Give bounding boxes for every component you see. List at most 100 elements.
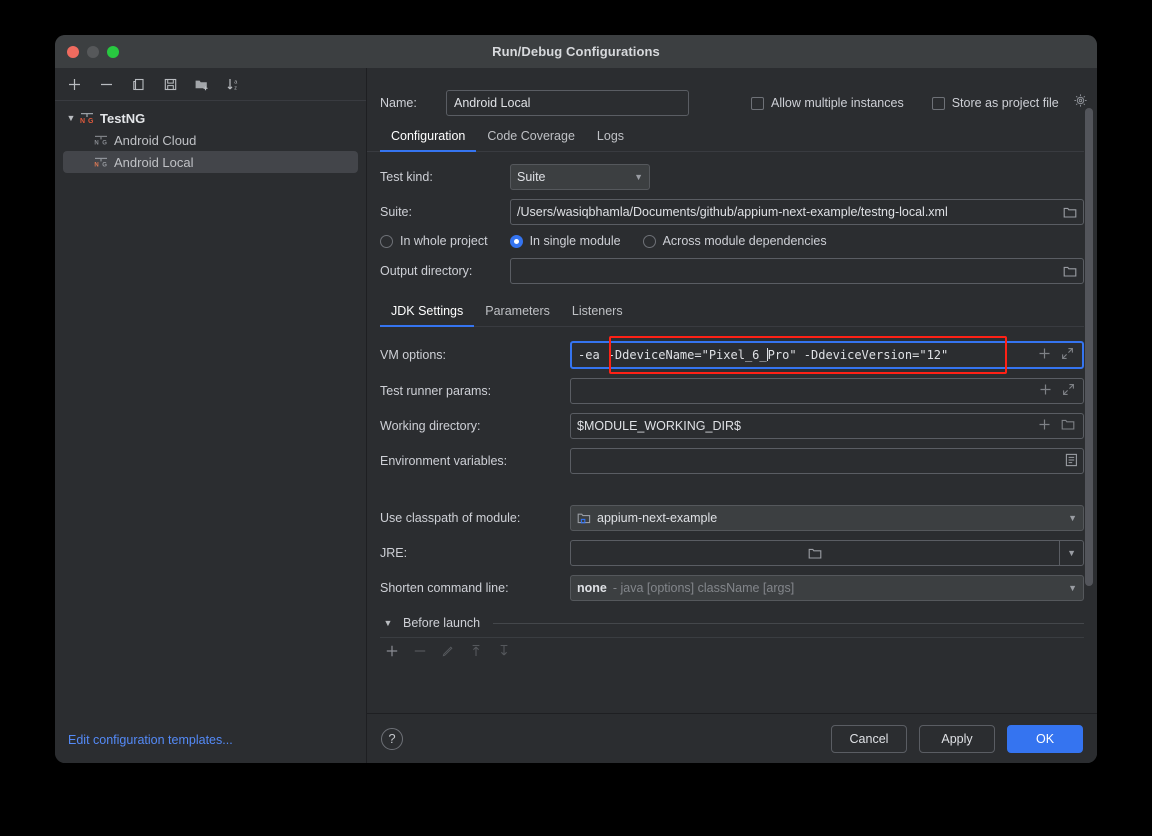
- use-classpath-of-module-value: appium-next-example: [597, 511, 717, 525]
- use-classpath-of-module-label: Use classpath of module:: [380, 511, 570, 525]
- ok-button[interactable]: OK: [1007, 725, 1083, 753]
- svg-text:N: N: [94, 163, 98, 169]
- shorten-command-line-value: none: [577, 581, 607, 595]
- dialog-footer: ? Cancel Apply OK: [367, 713, 1097, 763]
- tree-node-android-local[interactable]: NG Android Local: [63, 151, 358, 173]
- expand-icon[interactable]: [1061, 347, 1074, 363]
- test-kind-value: Suite: [517, 170, 546, 184]
- before-launch-toolbar: [380, 637, 1084, 663]
- new-folder-button[interactable]: [193, 75, 211, 93]
- chevron-down-icon[interactable]: ▼: [63, 113, 79, 123]
- plus-icon[interactable]: [1039, 383, 1052, 399]
- run-debug-configurations-dialog: Run/Debug Configurations: [55, 35, 1097, 763]
- chevron-down-icon[interactable]: ▼: [380, 618, 396, 628]
- suite-input[interactable]: /Users/wasiqbhamla/Documents/github/appi…: [510, 199, 1084, 225]
- working-directory-row: Working directory: $MODULE_WORKING_DIR$: [380, 413, 1084, 439]
- footer-actions: Cancel Apply OK: [831, 725, 1083, 753]
- environment-variables-input[interactable]: [570, 448, 1084, 474]
- jre-label: JRE:: [380, 546, 570, 560]
- working-directory-actions: [1032, 418, 1083, 434]
- tree-node-android-cloud[interactable]: NG Android Cloud: [55, 129, 366, 151]
- folder-icon[interactable]: [1063, 206, 1077, 219]
- tab-configuration[interactable]: Configuration: [380, 129, 476, 151]
- main-tab-bar: Configuration Code Coverage Logs: [367, 120, 1084, 152]
- use-classpath-of-module-row: Use classpath of module: appium-next-exa…: [380, 505, 1084, 531]
- window-controls: [67, 46, 119, 58]
- vm-options-value: -DdeviceName="Pixel_6_Pro" -DdeviceVersi…: [608, 348, 1032, 362]
- tree-node-label: TestNG: [100, 111, 145, 126]
- remove-task-button[interactable]: [413, 644, 427, 658]
- testng-icon: NG: [79, 111, 95, 125]
- folder-icon[interactable]: [1061, 418, 1075, 434]
- store-as-project-file-checkbox[interactable]: Store as project file: [932, 93, 1088, 113]
- edit-task-button[interactable]: [441, 644, 455, 658]
- vertical-scrollbar[interactable]: [1085, 108, 1093, 586]
- folder-icon[interactable]: [1063, 265, 1077, 278]
- svg-text:a: a: [234, 79, 237, 85]
- radio-across-module-dependencies[interactable]: Across module dependencies: [643, 234, 827, 248]
- svg-text:G: G: [102, 163, 107, 169]
- tree-node-testng[interactable]: ▼ NG TestNG: [55, 107, 366, 129]
- checkbox-box: [751, 97, 764, 110]
- test-runner-params-actions: [1033, 383, 1083, 399]
- minimize-window-button[interactable]: [87, 46, 99, 58]
- folder-icon[interactable]: [808, 547, 829, 560]
- tab-code-coverage[interactable]: Code Coverage: [476, 129, 586, 151]
- shorten-command-line-row: Shorten command line: none - java [optio…: [380, 575, 1084, 601]
- tab-logs[interactable]: Logs: [586, 129, 635, 151]
- working-directory-value: $MODULE_WORKING_DIR$: [577, 419, 741, 433]
- zoom-window-button[interactable]: [107, 46, 119, 58]
- svg-text:z: z: [234, 85, 237, 91]
- shorten-command-line-hint: - java [options] className [args]: [613, 581, 794, 595]
- before-launch-title: Before launch: [403, 616, 480, 630]
- cancel-button[interactable]: Cancel: [831, 725, 907, 753]
- remove-configuration-button[interactable]: [97, 75, 115, 93]
- test-runner-params-input[interactable]: [570, 378, 1084, 404]
- radio-in-whole-project[interactable]: In whole project: [380, 234, 488, 248]
- allow-multiple-instances-label: Allow multiple instances: [771, 96, 904, 110]
- vm-options-input[interactable]: -ea -DdeviceName="Pixel_6_Pro" -DdeviceV…: [570, 341, 1084, 369]
- apply-button[interactable]: Apply: [919, 725, 995, 753]
- move-down-button[interactable]: [497, 644, 511, 658]
- svg-text:N: N: [80, 118, 85, 125]
- sort-configurations-button[interactable]: az: [225, 75, 243, 93]
- suite-row: Suite: /Users/wasiqbhamla/Documents/gith…: [380, 199, 1084, 225]
- test-kind-row: Test kind: Suite ▼: [380, 164, 1084, 190]
- before-launch-header[interactable]: ▼ Before launch: [380, 616, 1084, 630]
- test-kind-dropdown[interactable]: Suite ▼: [510, 164, 650, 190]
- radio-in-single-module[interactable]: In single module: [510, 234, 621, 248]
- plus-icon[interactable]: [1038, 347, 1051, 363]
- jre-dropdown-arrow[interactable]: ▼: [1059, 541, 1083, 565]
- shorten-command-line-dropdown[interactable]: none - java [options] className [args] ▼: [570, 575, 1084, 601]
- suite-value: /Users/wasiqbhamla/Documents/github/appi…: [517, 205, 948, 219]
- output-directory-input[interactable]: [510, 258, 1084, 284]
- vm-options-actions: [1032, 347, 1082, 363]
- expand-icon[interactable]: [1062, 383, 1075, 399]
- radio-dot: [643, 235, 656, 248]
- working-directory-input[interactable]: $MODULE_WORKING_DIR$: [570, 413, 1084, 439]
- add-configuration-button[interactable]: [65, 75, 83, 93]
- configuration-content-panel: Name: Allow multiple instances Store as …: [367, 68, 1097, 763]
- add-task-button[interactable]: [385, 644, 399, 658]
- name-row: Name: Allow multiple instances Store as …: [367, 68, 1097, 120]
- jre-row: JRE: ▼: [380, 540, 1084, 566]
- svg-text:G: G: [88, 118, 94, 125]
- use-classpath-of-module-dropdown[interactable]: appium-next-example ▼: [570, 505, 1084, 531]
- allow-multiple-instances-checkbox[interactable]: Allow multiple instances: [751, 96, 904, 110]
- jre-input[interactable]: ▼: [570, 540, 1084, 566]
- close-window-button[interactable]: [67, 46, 79, 58]
- tab-jdk-settings[interactable]: JDK Settings: [380, 304, 474, 326]
- tab-parameters[interactable]: Parameters: [474, 304, 561, 326]
- edit-configuration-templates-link[interactable]: Edit configuration templates...: [55, 733, 366, 763]
- save-configuration-button[interactable]: [161, 75, 179, 93]
- chevron-down-icon: ▼: [634, 172, 643, 182]
- tab-listeners[interactable]: Listeners: [561, 304, 634, 326]
- list-edit-icon[interactable]: [1065, 453, 1078, 470]
- configuration-name-input[interactable]: [446, 90, 689, 116]
- move-up-button[interactable]: [469, 644, 483, 658]
- copy-configuration-button[interactable]: [129, 75, 147, 93]
- plus-icon[interactable]: [1038, 418, 1051, 434]
- help-button[interactable]: ?: [381, 728, 403, 750]
- sidebar-toolbar: az: [55, 68, 366, 101]
- scope-radio-group: In whole project In single module Across…: [380, 234, 1084, 248]
